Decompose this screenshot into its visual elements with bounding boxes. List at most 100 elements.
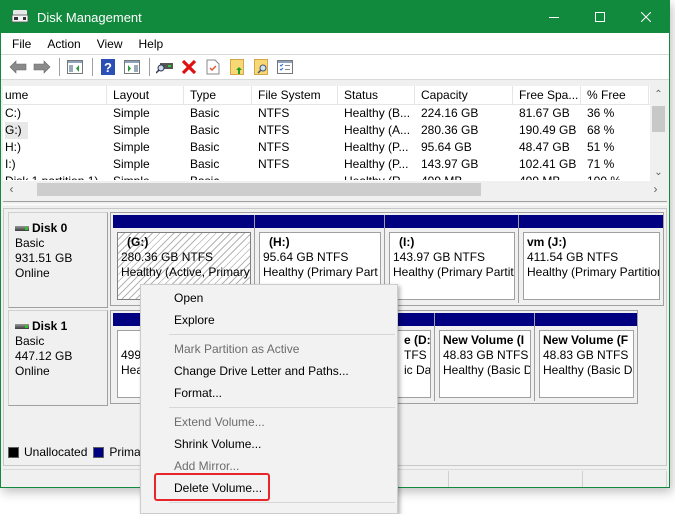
column-percent-free[interactable]: % Free bbox=[581, 86, 649, 104]
cell-capacity: 224.16 GB bbox=[421, 106, 479, 120]
disk-0-label[interactable]: Disk 0 Basic 931.51 GB Online bbox=[8, 212, 108, 308]
horizontal-scroll-thumb[interactable] bbox=[37, 183, 481, 196]
disk-1-label[interactable]: Disk 1 Basic 447.12 GB Online bbox=[8, 310, 108, 406]
partition-size: TFS bbox=[404, 348, 427, 362]
menu-action[interactable]: Action bbox=[39, 37, 88, 51]
table-row[interactable]: I:) Simple Basic NTFS Healthy (P... 143.… bbox=[3, 156, 667, 173]
partition-size: 143.97 GB NTFS bbox=[393, 250, 486, 264]
back-button[interactable] bbox=[7, 57, 29, 77]
cell-file-system bbox=[252, 173, 338, 180]
close-icon bbox=[641, 12, 651, 22]
table-row[interactable]: C:) Simple Basic NTFS Healthy (B... 224.… bbox=[3, 105, 667, 122]
table-row[interactable]: H:) Simple Basic NTFS Healthy (P... 95.6… bbox=[3, 139, 667, 156]
menu-item-open[interactable]: Open bbox=[141, 287, 397, 309]
partition-name: e (D: bbox=[404, 333, 431, 347]
maximize-icon bbox=[595, 12, 605, 22]
column-status[interactable]: Status bbox=[338, 86, 415, 104]
folder-up-button[interactable] bbox=[226, 57, 248, 77]
column-file-system[interactable]: File System bbox=[252, 86, 338, 104]
forward-button[interactable] bbox=[31, 57, 53, 77]
cell-status: Healthy (B... bbox=[344, 106, 411, 120]
properties-button[interactable] bbox=[202, 57, 224, 77]
partition-new-volume-2[interactable]: New Volume (F 48.83 GB NTFS Healthy (Bas… bbox=[535, 313, 637, 401]
legend-swatch bbox=[93, 446, 105, 458]
show-hide-action-pane-button[interactable] bbox=[121, 57, 143, 77]
partition-type-bar bbox=[113, 215, 254, 228]
partition-status: Healthy (Active, Primary bbox=[121, 265, 250, 279]
disk-0-name-line: Disk 0 bbox=[15, 221, 107, 236]
scroll-down-icon[interactable]: ⌄ bbox=[650, 164, 667, 181]
partition-j[interactable]: vm (J:) 411.54 GB NTFS Healthy (Primary … bbox=[519, 215, 663, 303]
disk-size: 931.51 GB bbox=[15, 251, 73, 265]
cell-free-space: 190.49 GB bbox=[519, 123, 577, 137]
folder-search-button[interactable] bbox=[250, 57, 272, 77]
status-segment bbox=[449, 471, 583, 487]
cell-capacity: 280.36 GB bbox=[421, 123, 479, 137]
disk-1-name-line: Disk 1 bbox=[15, 319, 107, 334]
partition-new-volume-1[interactable]: New Volume (I 48.83 GB NTFS Healthy (Bas… bbox=[435, 313, 535, 401]
cell-percent-free: 36 % bbox=[587, 106, 615, 120]
table-row-selected[interactable]: G:) Simple Basic NTFS Healthy (A... 280.… bbox=[3, 122, 667, 139]
menu-view[interactable]: View bbox=[89, 37, 131, 51]
toolbar-separator bbox=[59, 58, 60, 76]
menu-item-shrink-volume[interactable]: Shrink Volume... bbox=[141, 433, 397, 455]
pane-splitter[interactable] bbox=[3, 201, 667, 205]
window-title: Disk Management bbox=[37, 9, 142, 25]
menu-bar: File Action View Help bbox=[1, 33, 669, 55]
partition-body: vm (J:) 411.54 GB NTFS Healthy (Primary … bbox=[523, 232, 660, 300]
cell-free-space: 81.67 GB bbox=[519, 106, 570, 120]
connect-drive-button[interactable] bbox=[154, 57, 176, 77]
menu-item-format[interactable]: Format... bbox=[141, 382, 397, 404]
disk-status: Online bbox=[15, 266, 50, 280]
close-button[interactable] bbox=[623, 1, 669, 33]
menu-item-change-drive-letter[interactable]: Change Drive Letter and Paths... bbox=[141, 360, 397, 382]
cell-free-space: 499 MB bbox=[513, 173, 581, 180]
disk-type: Basic bbox=[15, 236, 45, 250]
partition-name: New Volume (F bbox=[543, 333, 629, 347]
column-layout[interactable]: Layout bbox=[107, 86, 184, 104]
partition-i[interactable]: (I:) 143.97 GB NTFS Healthy (Primary Par… bbox=[385, 215, 519, 303]
disk-management-icon bbox=[11, 9, 29, 25]
table-row-partial[interactable]: Disk 1 partition 1) Simple Basic Healthy… bbox=[3, 173, 667, 180]
column-volume[interactable]: ume bbox=[3, 86, 107, 104]
partition-type-bar bbox=[519, 215, 663, 228]
column-capacity[interactable]: Capacity bbox=[415, 86, 513, 104]
cell-percent-free: 71 % bbox=[587, 157, 615, 171]
scroll-up-icon[interactable]: ⌃ bbox=[650, 86, 667, 103]
delete-button[interactable] bbox=[178, 57, 200, 77]
menu-item-explore[interactable]: Explore bbox=[141, 309, 397, 331]
vertical-scrollbar[interactable]: ⌃ ⌄ bbox=[650, 86, 667, 181]
cell-layout: Simple bbox=[113, 106, 150, 120]
partition-type-bar bbox=[255, 215, 384, 228]
help-button[interactable]: ? bbox=[97, 57, 119, 77]
volume-list-header: ume Layout Type File System Status Capac… bbox=[3, 86, 667, 105]
cell-volume: C:) bbox=[5, 106, 21, 120]
show-hide-console-tree-button[interactable] bbox=[64, 57, 86, 77]
minimize-button[interactable] bbox=[531, 1, 577, 33]
column-type[interactable]: Type bbox=[184, 86, 252, 104]
list-view-icon bbox=[277, 60, 293, 74]
cell-file-system: NTFS bbox=[258, 140, 290, 154]
menu-file[interactable]: File bbox=[1, 37, 39, 51]
cell-type: Basic bbox=[190, 123, 220, 137]
scroll-left-icon[interactable]: ‹ bbox=[3, 181, 20, 198]
menu-help[interactable]: Help bbox=[131, 37, 172, 51]
partition-status: Healthy (Primary Part bbox=[263, 265, 378, 279]
list-view-button[interactable] bbox=[274, 57, 296, 77]
toolbar-separator bbox=[149, 58, 150, 76]
partition-name: New Volume (I bbox=[443, 333, 525, 347]
partition-status: Healthy (Primary Partit bbox=[393, 265, 514, 279]
vertical-scroll-thumb[interactable] bbox=[652, 106, 665, 132]
cell-file-system: NTFS bbox=[258, 123, 290, 137]
scroll-right-icon[interactable]: › bbox=[647, 181, 664, 198]
column-free-space[interactable]: Free Spa... bbox=[513, 86, 581, 104]
delete-volume-highlight-annotation bbox=[154, 473, 270, 501]
cell-capacity: 499 MB bbox=[415, 173, 513, 180]
partition-type-bar bbox=[385, 215, 518, 228]
horizontal-scrollbar[interactable]: ‹ › bbox=[3, 181, 667, 198]
forward-arrow-icon bbox=[33, 60, 51, 74]
partition-size: 48.83 GB NTFS bbox=[543, 348, 629, 362]
partition-status: Healthy (Primary Partition bbox=[527, 265, 660, 279]
maximize-button[interactable] bbox=[577, 1, 623, 33]
cell-file-system: NTFS bbox=[258, 106, 290, 120]
